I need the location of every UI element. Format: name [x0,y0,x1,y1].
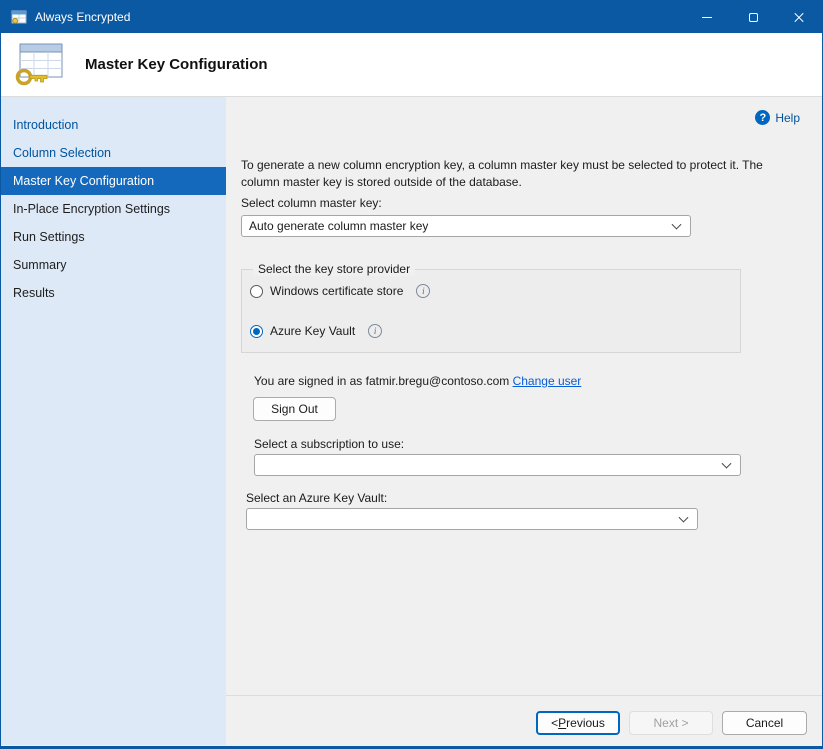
wizard-header: Master Key Configuration [1,33,822,97]
window-title: Always Encrypted [35,10,130,24]
column-master-key-dropdown[interactable]: Auto generate column master key [241,215,691,237]
chevron-down-icon [679,513,689,523]
master-key-table-icon [13,41,65,89]
radio-selected-icon [250,325,263,338]
help-label: Help [775,111,800,125]
always-encrypted-window: Always Encrypted Master Key Configuratio… [0,0,823,749]
signed-in-email: fatmir.bregu@contoso.com [366,374,510,388]
sidebar-item-master-key-configuration[interactable]: Master Key Configuration [1,167,226,195]
change-user-link[interactable]: Change user [513,374,582,388]
wizard-steps-sidebar: Introduction Column Selection Master Key… [1,97,226,745]
footer-divider [226,695,822,696]
signed-in-status: You are signed in as fatmir.bregu@contos… [254,374,581,388]
maximize-icon [749,13,758,22]
radio-azure-key-vault-label: Azure Key Vault [270,324,355,338]
azure-key-vault-dropdown[interactable] [246,508,698,530]
previous-label-accesskey: P [558,716,566,730]
main-content: ? Help To generate a new column encrypti… [226,97,822,745]
chevron-down-icon [722,459,732,469]
titlebar: Always Encrypted [1,1,822,33]
sidebar-item-introduction[interactable]: Introduction [1,111,226,139]
sidebar-item-run-settings[interactable]: Run Settings [1,223,226,251]
previous-button[interactable]: < Previous [536,711,620,735]
subscription-label: Select a subscription to use: [254,437,404,451]
minimize-button[interactable] [684,1,730,33]
column-master-key-value: Auto generate column master key [249,219,428,233]
radio-windows-certificate-store-label: Windows certificate store [270,284,403,298]
chevron-down-icon [672,220,682,230]
description-text: To generate a new column encryption key,… [241,157,766,191]
key-store-provider-group: Select the key store provider Windows ce… [241,269,741,353]
subscription-dropdown[interactable] [254,454,741,476]
maximize-button[interactable] [730,1,776,33]
info-icon[interactable]: i [368,324,382,338]
footer-buttons: < Previous Next > Cancel [226,711,822,735]
sidebar-item-results[interactable]: Results [1,279,226,307]
radio-unselected-icon [250,285,263,298]
close-icon [793,11,805,23]
close-button[interactable] [776,1,822,33]
cancel-button[interactable]: Cancel [722,711,807,735]
radio-windows-certificate-store[interactable]: Windows certificate store i [250,284,430,298]
minimize-icon [702,17,712,18]
help-link[interactable]: ? Help [755,110,800,125]
info-icon[interactable]: i [416,284,430,298]
window-controls [684,1,822,33]
sidebar-item-column-selection[interactable]: Column Selection [1,139,226,167]
help-icon: ? [755,110,770,125]
radio-azure-key-vault[interactable]: Azure Key Vault i [250,324,382,338]
sidebar-item-summary[interactable]: Summary [1,251,226,279]
sidebar-item-in-place-encryption[interactable]: In-Place Encryption Settings [1,195,226,223]
azure-key-vault-label: Select an Azure Key Vault: [246,491,387,505]
previous-label-post: revious [566,716,605,730]
page-title: Master Key Configuration [85,56,268,73]
next-button[interactable]: Next > [629,711,713,735]
app-icon [11,9,27,25]
previous-label-pre: < [551,716,558,730]
key-store-provider-legend: Select the key store provider [253,262,415,276]
master-key-label: Select column master key: [241,196,382,210]
signed-in-text: You are signed in as [254,374,362,388]
sign-out-button[interactable]: Sign Out [253,397,336,421]
